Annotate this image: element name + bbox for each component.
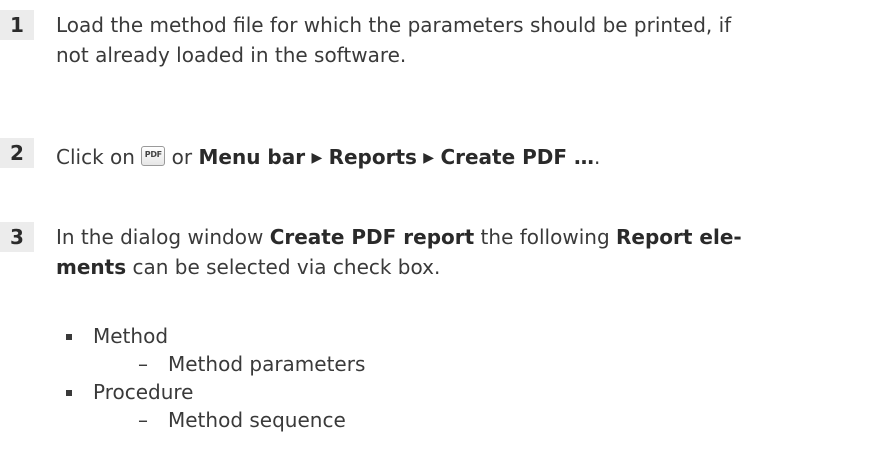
create-pdf-menu-label: Create PDF … bbox=[440, 145, 595, 169]
list-item-label: Method bbox=[93, 324, 169, 348]
step-number: 3 bbox=[0, 222, 34, 252]
dialog-name: Create PDF report bbox=[269, 225, 475, 249]
sub-list-item-label: Method parameters bbox=[168, 352, 366, 376]
step-text-segment: or bbox=[165, 145, 199, 169]
step-text-line: ments can be selected via check box. bbox=[56, 252, 856, 282]
step-text-line: In the dialog window Create PDF report t… bbox=[56, 222, 856, 252]
list-item-label: Procedure bbox=[93, 380, 194, 404]
step-text-segment: Click on bbox=[56, 145, 142, 169]
step-text-segment: In the dialog window bbox=[56, 225, 270, 249]
arrow-right-icon: ▶ bbox=[311, 150, 323, 166]
menu-bar-label: Menu bar bbox=[198, 145, 306, 169]
step-text-line: Load the method file for which the param… bbox=[56, 13, 732, 37]
list-item: Method bbox=[56, 322, 856, 350]
step-number: 2 bbox=[0, 138, 34, 168]
reports-menu-label: Reports bbox=[328, 145, 417, 169]
step-text: Click on PDF or Menu bar ▶ Reports ▶ Cre… bbox=[56, 142, 856, 173]
sub-list-item-label: Method sequence bbox=[168, 408, 346, 432]
sub-list-item: – Method parameters bbox=[56, 350, 856, 378]
step-text: In the dialog window Create PDF report t… bbox=[56, 222, 856, 282]
pdf-icon[interactable]: PDF bbox=[141, 146, 166, 166]
step-text-segment: the following bbox=[474, 225, 616, 249]
report-elements-term: ments bbox=[56, 255, 127, 279]
list-item: Procedure bbox=[56, 378, 856, 406]
sub-list-item: – Method sequence bbox=[56, 406, 856, 434]
step-number: 1 bbox=[0, 10, 34, 40]
arrow-right-icon: ▶ bbox=[423, 150, 435, 166]
bullet-square-icon bbox=[66, 334, 72, 340]
dash-icon: – bbox=[138, 352, 148, 376]
report-elements-term: Report ele- bbox=[616, 225, 742, 249]
step-text-line: not already loaded in the software. bbox=[56, 43, 407, 67]
step-text-segment: can be selected via check box. bbox=[126, 255, 441, 279]
bullet-square-icon bbox=[66, 390, 72, 396]
step-text-segment: . bbox=[594, 145, 601, 169]
step-text: Load the method file for which the param… bbox=[56, 10, 856, 70]
report-elements-list: Method – Method parameters Procedure – M… bbox=[56, 322, 856, 434]
dash-icon: – bbox=[138, 408, 148, 432]
